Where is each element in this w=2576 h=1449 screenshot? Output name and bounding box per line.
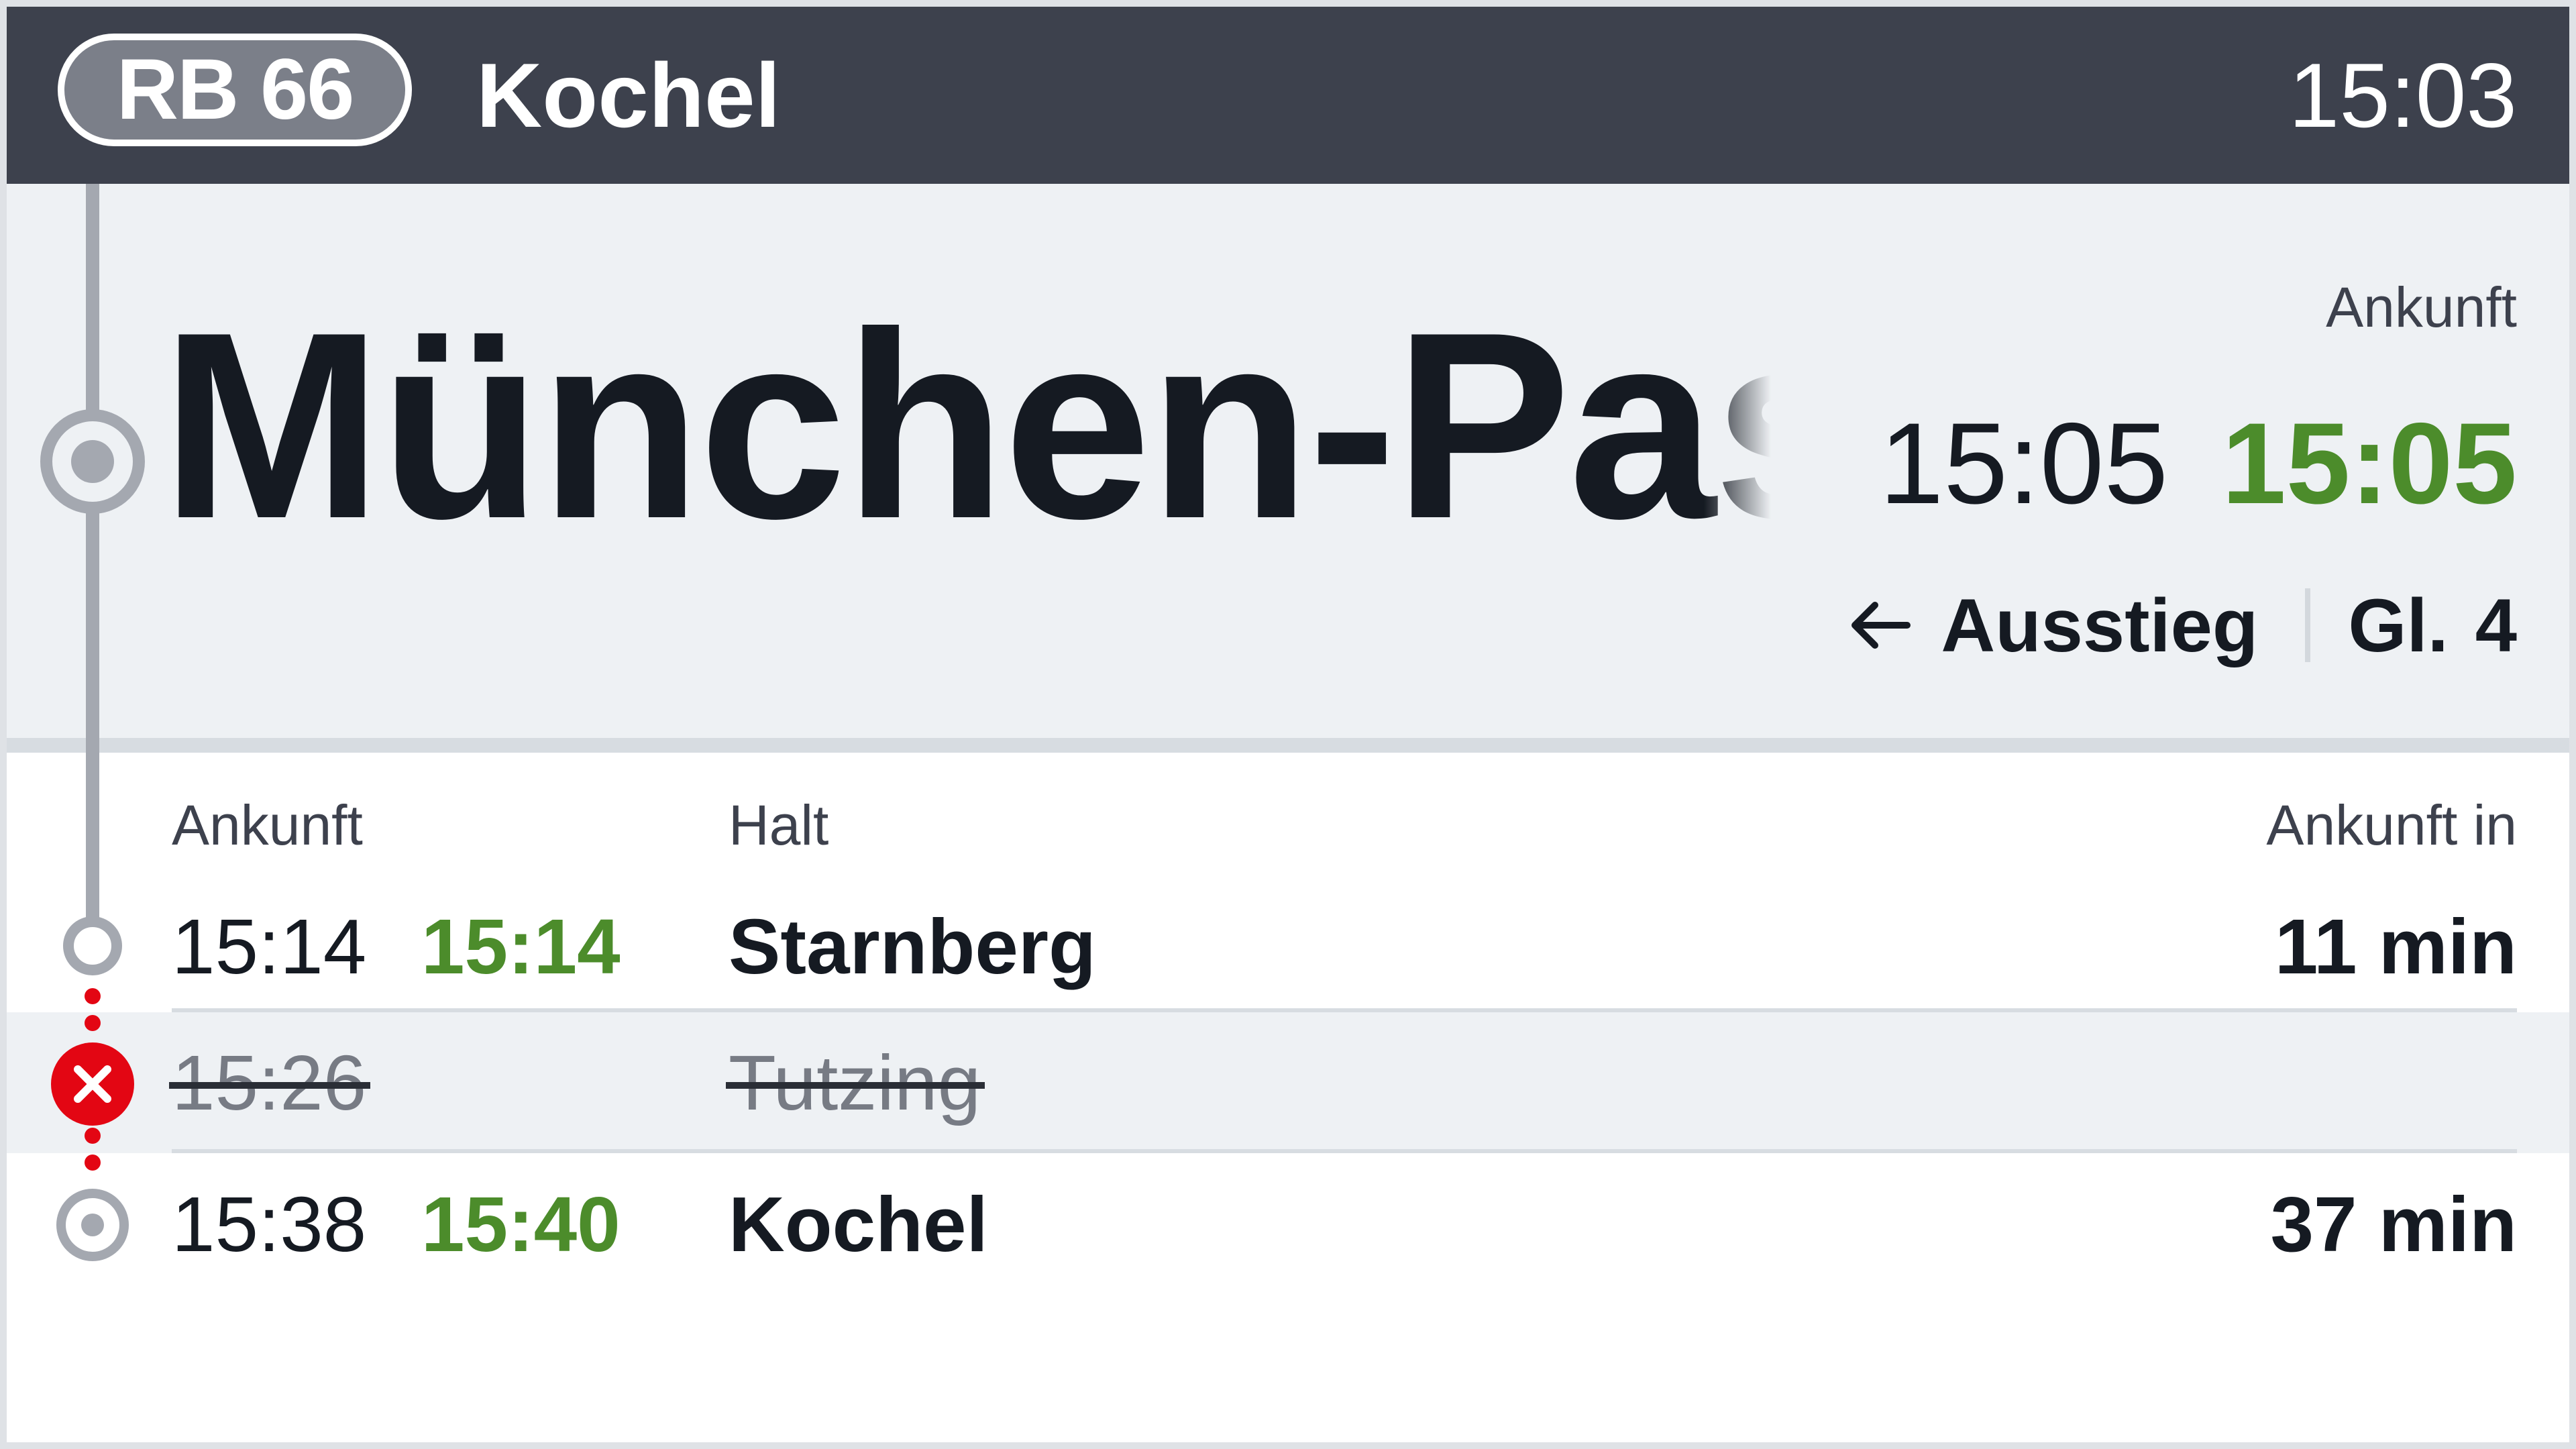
stop-row: 15:14 15:14 Starnberg 11 min — [7, 876, 2569, 1017]
current-stop-panel: München-Pasing Ankunft 15:05 15:05 Aussti… — [7, 184, 2569, 738]
cancelled-route-dot — [85, 1128, 101, 1144]
panel-divider — [7, 738, 2569, 753]
stop-row: 15:38 15:40 Kochel 37 min — [7, 1154, 2569, 1295]
cancelled-route-dot — [85, 1015, 101, 1031]
column-header-stop: Halt — [729, 794, 829, 857]
current-stop-marker — [40, 409, 145, 514]
current-actual-time: 15:05 — [2222, 399, 2517, 528]
current-stop-marker-dot — [71, 440, 114, 483]
platform-separator — [2305, 588, 2311, 662]
line-badge: RB 66 — [58, 34, 412, 146]
terminus-marker-dot — [81, 1214, 104, 1236]
stop-row-cancelled: 15:26 Tutzing — [7, 1012, 2569, 1153]
column-header-arrival-in: Ankunft in — [2266, 794, 2517, 857]
passenger-info-display: RB 66 Kochel 15:03 München-Pasing Ankunf… — [7, 7, 2569, 1442]
cancelled-route-dot — [85, 1155, 101, 1171]
exit-side-info: Ausstieg Gl. 4 — [1847, 584, 2517, 667]
current-time: 15:03 — [2288, 44, 2517, 146]
current-planned-time: 15:05 — [1879, 399, 2169, 528]
actual-time: 15:14 — [421, 903, 621, 990]
cancelled-route-dot — [85, 988, 101, 1004]
stop-marker — [63, 916, 122, 975]
planned-time: 15:14 — [172, 903, 367, 990]
current-stop-name-container: München-Pasing — [161, 284, 1771, 566]
planned-time: 15:38 — [172, 1181, 367, 1268]
current-arrival-times: 15:05 15:05 — [1880, 400, 2517, 527]
strikethrough — [726, 1082, 985, 1089]
platform-number: 4 — [2475, 583, 2517, 667]
planned-time: 15:26 — [169, 1012, 371, 1153]
exit-label: Ausstieg — [1941, 583, 2259, 667]
platform-label: Gl. — [2348, 583, 2449, 667]
cancelled-x-icon — [51, 1042, 134, 1126]
column-header-arrival: Ankunft — [172, 794, 363, 857]
row-divider — [172, 1149, 2517, 1153]
strikethrough — [169, 1082, 371, 1089]
arrow-left-icon — [1851, 602, 1911, 649]
header-bar: RB 66 Kochel 15:03 — [7, 7, 2569, 184]
actual-time: 15:40 — [421, 1181, 621, 1268]
route-line — [86, 184, 99, 953]
current-stop-name: München-Pasing — [161, 284, 1771, 566]
arrival-in: 37 min — [2270, 1181, 2517, 1268]
stop-name: Starnberg — [729, 903, 1096, 990]
current-arrival-label: Ankunft — [2326, 276, 2517, 339]
terminus-marker — [56, 1189, 129, 1261]
stop-name: Tutzing — [726, 1012, 985, 1153]
stop-name: Kochel — [729, 1181, 988, 1268]
arrival-in: 11 min — [2274, 903, 2517, 990]
destination-title: Kochel — [476, 44, 781, 146]
